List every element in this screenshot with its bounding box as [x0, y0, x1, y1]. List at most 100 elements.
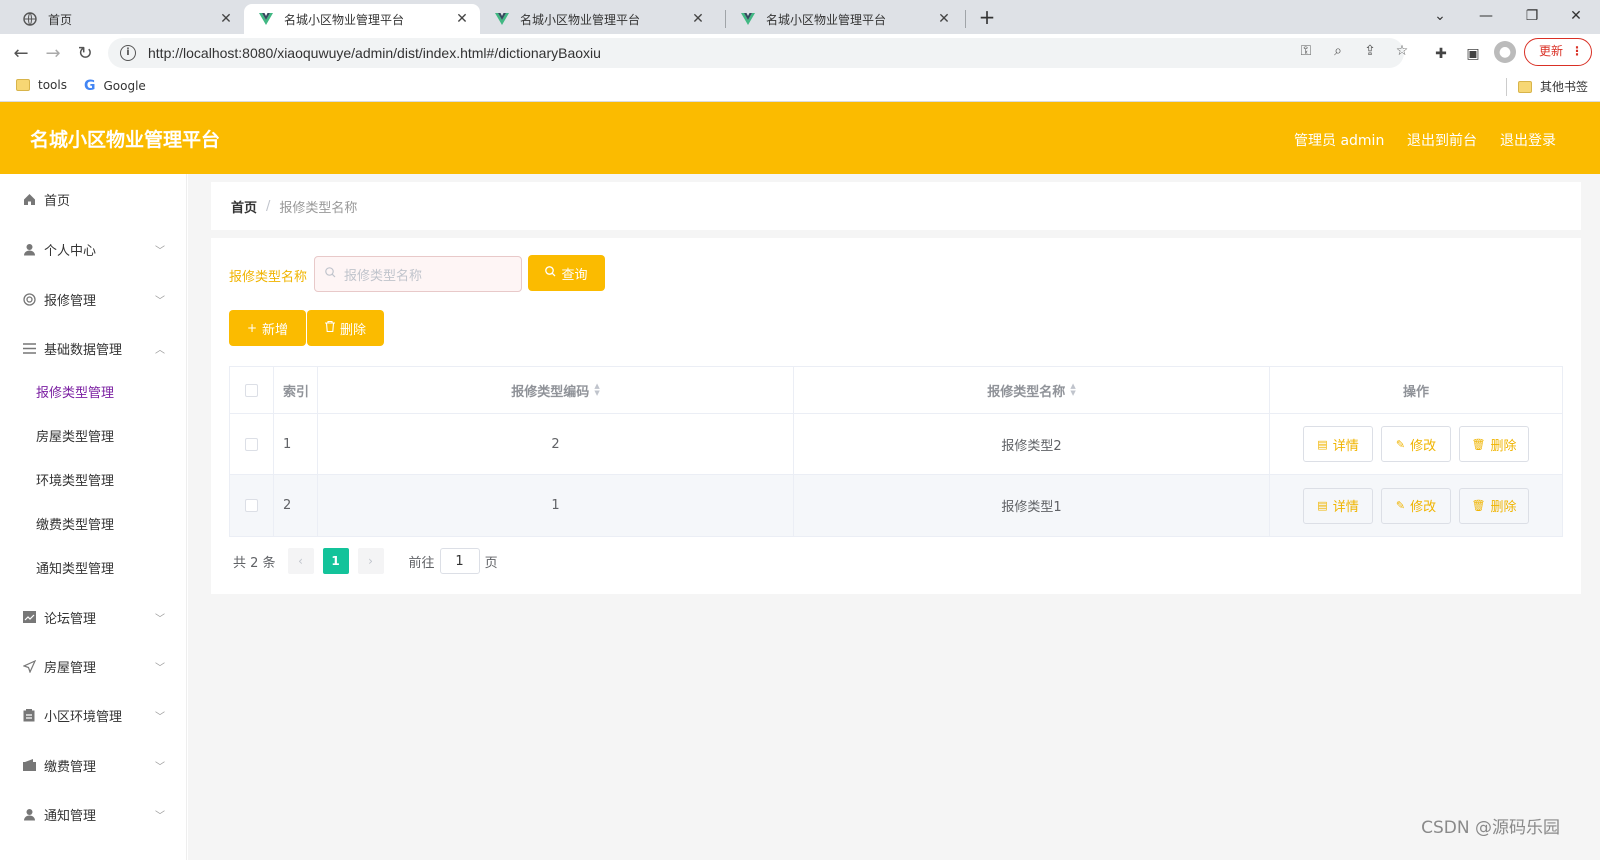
- prev-page-icon[interactable]: ‹: [287, 548, 314, 574]
- zoom-icon[interactable]: ⌕: [1328, 41, 1348, 61]
- chevron-down-icon: ﹀: [155, 614, 165, 625]
- bookmark-label: 其他书签: [1540, 80, 1589, 94]
- extensions-icon[interactable]: ✚: [1430, 43, 1452, 65]
- sidebar-subitem-house-type[interactable]: 房屋类型管理: [0, 413, 187, 457]
- close-icon[interactable]: ✕: [454, 11, 470, 27]
- sidebar-subitem-environment-type[interactable]: 环境类型管理: [0, 457, 187, 501]
- menu-label: 小区环境管理: [44, 709, 123, 725]
- folder-icon: [16, 79, 30, 91]
- tab-title: 名城小区物业管理平台: [284, 12, 405, 27]
- browser-tab-home[interactable]: 首页 ✕: [8, 4, 244, 34]
- circle-icon: [22, 292, 36, 306]
- sidebar-item-personal-center[interactable]: 个人中心 ﹀: [0, 224, 187, 274]
- row-checkbox[interactable]: [245, 499, 258, 512]
- browser-tab-active[interactable]: 名城小区物业管理平台 ✕: [244, 4, 480, 34]
- sidebar-item-notice[interactable]: 通知管理 ﹀: [0, 789, 187, 839]
- breadcrumb-home[interactable]: 首页: [231, 197, 257, 216]
- trash-icon: 🗑: [1471, 437, 1486, 451]
- menu-label: 论坛管理: [44, 611, 97, 627]
- menu-icon: [22, 341, 36, 355]
- bookmark-other[interactable]: 其他书签: [1518, 78, 1588, 95]
- edit-button[interactable]: ✎ 修改: [1381, 426, 1451, 462]
- select-all-checkbox[interactable]: [245, 383, 258, 397]
- close-icon[interactable]: ✕: [218, 11, 234, 27]
- profile-avatar-icon[interactable]: ●: [1494, 41, 1516, 63]
- delete-button[interactable]: 删除: [307, 310, 384, 346]
- row-delete-button[interactable]: 🗑 删除: [1459, 426, 1529, 462]
- share-icon[interactable]: ⇪: [1360, 41, 1380, 61]
- sidebar-subitem-fee-type[interactable]: 缴费类型管理: [0, 501, 187, 545]
- sort-icon[interactable]: ▲ ▼: [594, 383, 599, 397]
- sidebar-item-repair[interactable]: 报修管理 ﹀: [0, 274, 187, 324]
- wallet-icon: [22, 758, 36, 772]
- goto-prefix: 前往: [408, 555, 435, 571]
- menu-label: 个人中心: [44, 243, 97, 259]
- reload-icon[interactable]: ↻: [72, 41, 98, 67]
- row-code: 2: [318, 414, 794, 474]
- search-label: 报修类型名称: [229, 270, 308, 285]
- header-code[interactable]: 报修类型编码 ▲ ▼: [318, 367, 794, 413]
- search-icon: [325, 267, 336, 281]
- sidebar-item-house[interactable]: 房屋管理 ﹀: [0, 641, 187, 691]
- sidebar-item-home[interactable]: 首页: [0, 174, 187, 224]
- minimize-icon[interactable]: —: [1474, 4, 1498, 28]
- bookmark-label: tools: [38, 78, 67, 92]
- sidebar-subitem-notice-type[interactable]: 通知类型管理: [0, 545, 187, 589]
- edit-icon: ✎: [1395, 437, 1406, 451]
- bookmark-tools[interactable]: tools: [16, 78, 67, 92]
- row-delete-button[interactable]: 🗑 删除: [1459, 487, 1529, 524]
- tab-search-chevron-icon[interactable]: ⌄: [1428, 4, 1452, 28]
- delete-label: 删除: [339, 322, 366, 338]
- next-page-icon[interactable]: ›: [357, 548, 384, 574]
- sidebar-subitem-repair-type[interactable]: 报修类型管理: [0, 369, 187, 413]
- trash-icon: [324, 320, 335, 335]
- submenu-label: 环境类型管理: [36, 473, 115, 489]
- edit-label: 修改: [1410, 438, 1437, 454]
- sort-icon[interactable]: ▲ ▼: [1070, 383, 1075, 397]
- edit-button[interactable]: ✎ 修改: [1381, 487, 1451, 524]
- exit-to-front-link[interactable]: 退出到前台: [1407, 130, 1477, 150]
- star-icon[interactable]: ☆: [1392, 41, 1412, 61]
- browser-tab[interactable]: 名城小区物业管理平台 ✕: [726, 4, 962, 34]
- logout-link[interactable]: 退出登录: [1500, 130, 1556, 150]
- query-button[interactable]: 查询: [528, 255, 605, 291]
- row-checkbox[interactable]: [245, 437, 258, 451]
- key-icon[interactable]: ⚿: [1296, 41, 1316, 61]
- user-icon: [22, 807, 36, 821]
- page-number-current[interactable]: 1: [322, 548, 349, 574]
- row-delete-label: 删除: [1490, 438, 1517, 454]
- close-icon[interactable]: ✕: [936, 11, 952, 27]
- browser-tab[interactable]: 名城小区物业管理平台 ✕: [480, 4, 716, 34]
- row-code: 1: [318, 475, 794, 536]
- close-icon[interactable]: ✕: [690, 11, 706, 27]
- globe-icon: [22, 11, 38, 27]
- site-info-icon[interactable]: i: [120, 45, 136, 61]
- forward-arrow-icon[interactable]: →: [40, 41, 66, 67]
- back-arrow-icon[interactable]: ←: [8, 41, 34, 67]
- new-tab-button[interactable]: +: [975, 6, 999, 30]
- bookmark-google[interactable]: G Google: [84, 78, 146, 94]
- more-menu-icon[interactable]: ⋮: [1571, 39, 1583, 64]
- update-button[interactable]: 更新 ⋮: [1524, 38, 1592, 66]
- add-label: 新增: [262, 322, 289, 338]
- url-bar[interactable]: i http://localhost:8080/xiaoquwuye/admin…: [108, 38, 1404, 68]
- trash-icon: 🗑: [1471, 499, 1486, 512]
- maximize-icon[interactable]: ❐: [1520, 4, 1544, 28]
- row-ops: ▤ 详情 ✎ 修改 🗑 删除: [1270, 475, 1563, 536]
- goto-suffix: 页: [484, 555, 498, 571]
- detail-button[interactable]: ▤ 详情: [1303, 487, 1373, 524]
- search-placeholder: 报修类型名称: [344, 268, 423, 284]
- goto-page-input[interactable]: 1: [439, 548, 480, 574]
- sidebar-item-forum[interactable]: 论坛管理 ﹀: [0, 592, 187, 642]
- menu-label: 报修管理: [44, 293, 97, 309]
- window-close-icon[interactable]: ✕: [1564, 4, 1588, 28]
- sidebar-item-environment[interactable]: 小区环境管理 ﹀: [0, 690, 187, 740]
- sidebar-item-fee[interactable]: 缴费管理 ﹀: [0, 740, 187, 790]
- side-panel-icon[interactable]: ▣: [1462, 43, 1484, 65]
- sidebar-item-basic-data[interactable]: 基础数据管理 ︿: [0, 323, 187, 373]
- detail-button[interactable]: ▤ 详情: [1303, 426, 1373, 462]
- google-icon: G: [84, 78, 96, 94]
- search-input[interactable]: 报修类型名称: [314, 256, 522, 292]
- header-name[interactable]: 报修类型名称 ▲ ▼: [794, 367, 1270, 413]
- add-button[interactable]: + 新增: [229, 310, 306, 346]
